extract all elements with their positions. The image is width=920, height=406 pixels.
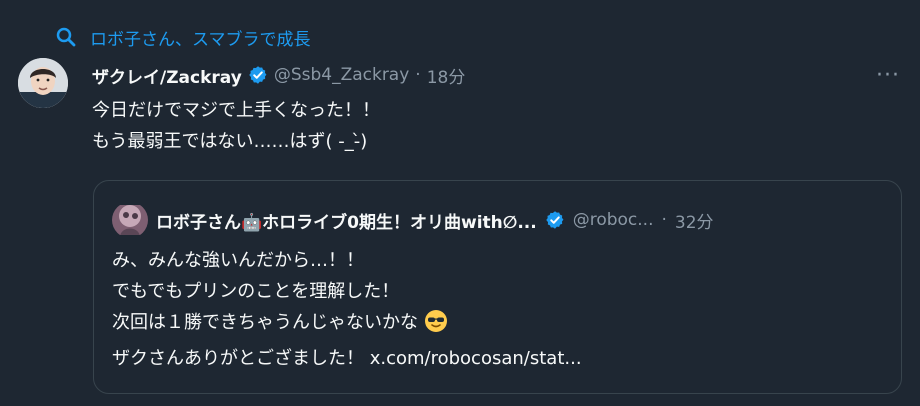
quoted-tweet-card[interactable]: ロボ子さん🤖ホロライブ0期生！オリ曲with∅... @roboc... · 3… <box>93 180 902 394</box>
quoted-tweet-line: 次回は１勝できちゃうんじゃないかな <box>112 307 582 343</box>
quoted-tweet-time[interactable]: 32分 <box>675 208 714 233</box>
quoted-tweet-header: ロボ子さん🤖ホロライブ0期生！オリ曲with∅... @roboc... · 3… <box>112 205 886 235</box>
quoted-author-avatar[interactable] <box>112 205 148 235</box>
quoted-verified-badge-icon <box>545 210 565 230</box>
more-icon: ··· <box>876 62 900 88</box>
search-icon <box>56 27 76 47</box>
more-options-button[interactable]: ··· <box>874 62 902 88</box>
quoted-tweet-line: でもでもプリンのことを理解した！ <box>112 281 400 302</box>
search-context-text[interactable]: ロボ子さん、スマブラで成長 <box>90 25 311 50</box>
tweet-line: 今日だけでマジで上手くなった！！ <box>92 100 380 121</box>
tweet-line: もう最弱王ではない……はず( -_-̀) <box>92 131 368 152</box>
quoted-tweet-line: ザクさんありがとござました！ x.com/robocosan/stat... <box>112 348 582 369</box>
quoted-author-name[interactable]: ロボ子さん🤖ホロライブ0期生！オリ曲with∅... <box>156 208 537 233</box>
search-context-hint[interactable]: ロボ子さん、スマブラで成長 <box>56 24 311 50</box>
author-name[interactable]: ザクレイ/Zackray <box>92 63 242 88</box>
quoted-author-handle[interactable]: @roboc... <box>573 210 654 230</box>
sunglasses-emoji-icon <box>424 309 448 343</box>
quoted-meta-separator: · <box>661 210 667 230</box>
tweet-text: 今日だけでマジで上手くなった！！ もう最弱王ではない……はず( -_-̀) <box>92 95 380 157</box>
tweet-header: ザクレイ/Zackray @Ssb4_Zackray · 18分 <box>92 62 465 88</box>
verified-badge-icon <box>248 65 268 85</box>
author-avatar[interactable] <box>18 58 68 108</box>
quoted-tweet-line-text: 次回は１勝できちゃうんじゃないかな <box>112 312 418 333</box>
meta-separator: · <box>415 65 421 85</box>
author-handle[interactable]: @Ssb4_Zackray <box>274 65 409 85</box>
quoted-tweet-text: み、みんな強いんだから…！！ でもでもプリンのことを理解した！ 次回は１勝できち… <box>112 245 582 374</box>
tweet-time[interactable]: 18分 <box>427 63 466 88</box>
quoted-tweet-line: み、みんな強いんだから…！！ <box>112 250 364 271</box>
